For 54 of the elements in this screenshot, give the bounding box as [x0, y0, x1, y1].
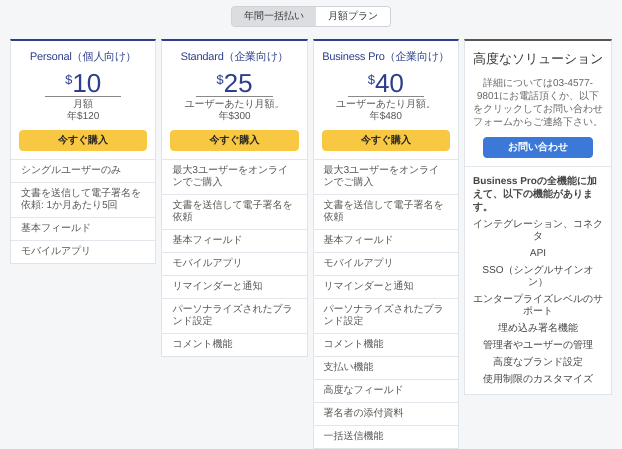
feature-item: 文書を送信して電子署名を依頼: 1か月あたり5回 — [11, 182, 156, 218]
plan-title: Personal（個人向け） — [30, 50, 136, 65]
plan-price: 10 — [72, 70, 102, 96]
feature-item: API — [530, 248, 546, 260]
feature-item: SSO（シングルサインオン） — [481, 264, 595, 288]
plan-price: 25 — [224, 70, 253, 96]
plan-title: Business Pro（企業向け） — [322, 50, 450, 65]
feature-item: 使用制限のカスタマイズ — [482, 374, 593, 386]
contact-button[interactable]: お問い合わせ — [482, 136, 594, 158]
feature-item: インテグレーション、コネクタ — [472, 218, 603, 242]
feature-item: 文書を送信して電子署名を依頼 — [162, 194, 307, 230]
feature-item: 一括送信機能 — [322, 430, 385, 444]
feature-item: 署名者の添付資料 — [314, 402, 458, 426]
feature-item: リマインダーと通知 — [162, 276, 307, 298]
currency-symbol: $ — [368, 72, 375, 86]
feature-item: 文書を送信して電子署名を依頼 — [314, 194, 458, 230]
feature-item: コメント機能 — [314, 334, 458, 356]
billing-tab[interactable]: 月額プラン — [316, 7, 390, 26]
feature-item: リマインダーと通知 — [314, 276, 458, 298]
buy-button[interactable]: 今すぐ購入 — [19, 130, 148, 150]
plan-price: 40 — [374, 70, 404, 96]
feature-item: モバイルアプリ — [20, 244, 92, 258]
feature-item: エンタープライズレベルのサポート — [472, 294, 603, 318]
price-note: ユーザーあたり月額。 — [336, 98, 436, 111]
feature-item: 基本フィールド — [11, 218, 156, 240]
plan-title: Standard（企業向け） — [180, 50, 288, 65]
price-note: ユーザーあたり月額。 — [184, 98, 284, 111]
feature-item: 最大3ユーザーをオンラインでご購入 — [314, 160, 458, 194]
feature-item: 埋め込み署名機能 — [498, 322, 578, 334]
feature-item: 高度なフィールド — [314, 380, 458, 402]
feature-item: 高度なブランド設定 — [492, 356, 583, 368]
feature-item: コメント機能 — [171, 338, 234, 352]
feature-item: 基本フィールド — [162, 230, 307, 252]
feature-item: パーソナライズされたブランド設定 — [162, 298, 307, 334]
feature-intro: Business Proの全機能に加えて、以下の機能があります。 — [472, 174, 598, 214]
feature-item: モバイルアプリ — [162, 252, 307, 276]
annual-price: 年$120 — [67, 111, 100, 124]
buy-button[interactable]: 今すぐ購入 — [322, 130, 450, 150]
annual-price: 年$480 — [370, 111, 402, 124]
feature-item: 管理者やユーザーの管理 — [482, 340, 593, 352]
annual-price: 年$300 — [218, 111, 251, 124]
currency-symbol: $ — [65, 72, 72, 86]
contact-description: 詳細については03-4577-9801にお電話頂くか、以下をクリックしてお問い合わせフォームからご連絡下さい。 — [472, 76, 603, 128]
plan-title: 高度なソリューション — [472, 50, 603, 68]
feature-item: シングルユーザーのみ — [11, 160, 156, 182]
billing-tab[interactable]: 年間一括払い — [232, 7, 316, 26]
currency-symbol: $ — [216, 72, 224, 86]
buy-button[interactable]: 今すぐ購入 — [170, 130, 299, 150]
feature-item: パーソナライズされたブランド設定 — [314, 298, 458, 334]
feature-item: モバイルアプリ — [314, 252, 458, 276]
feature-item: 基本フィールド — [314, 230, 458, 252]
feature-item: 支払い機能 — [314, 356, 458, 380]
feature-item: 最大3ユーザーをオンラインでご購入 — [162, 160, 307, 194]
price-note: 月額 — [73, 98, 94, 111]
